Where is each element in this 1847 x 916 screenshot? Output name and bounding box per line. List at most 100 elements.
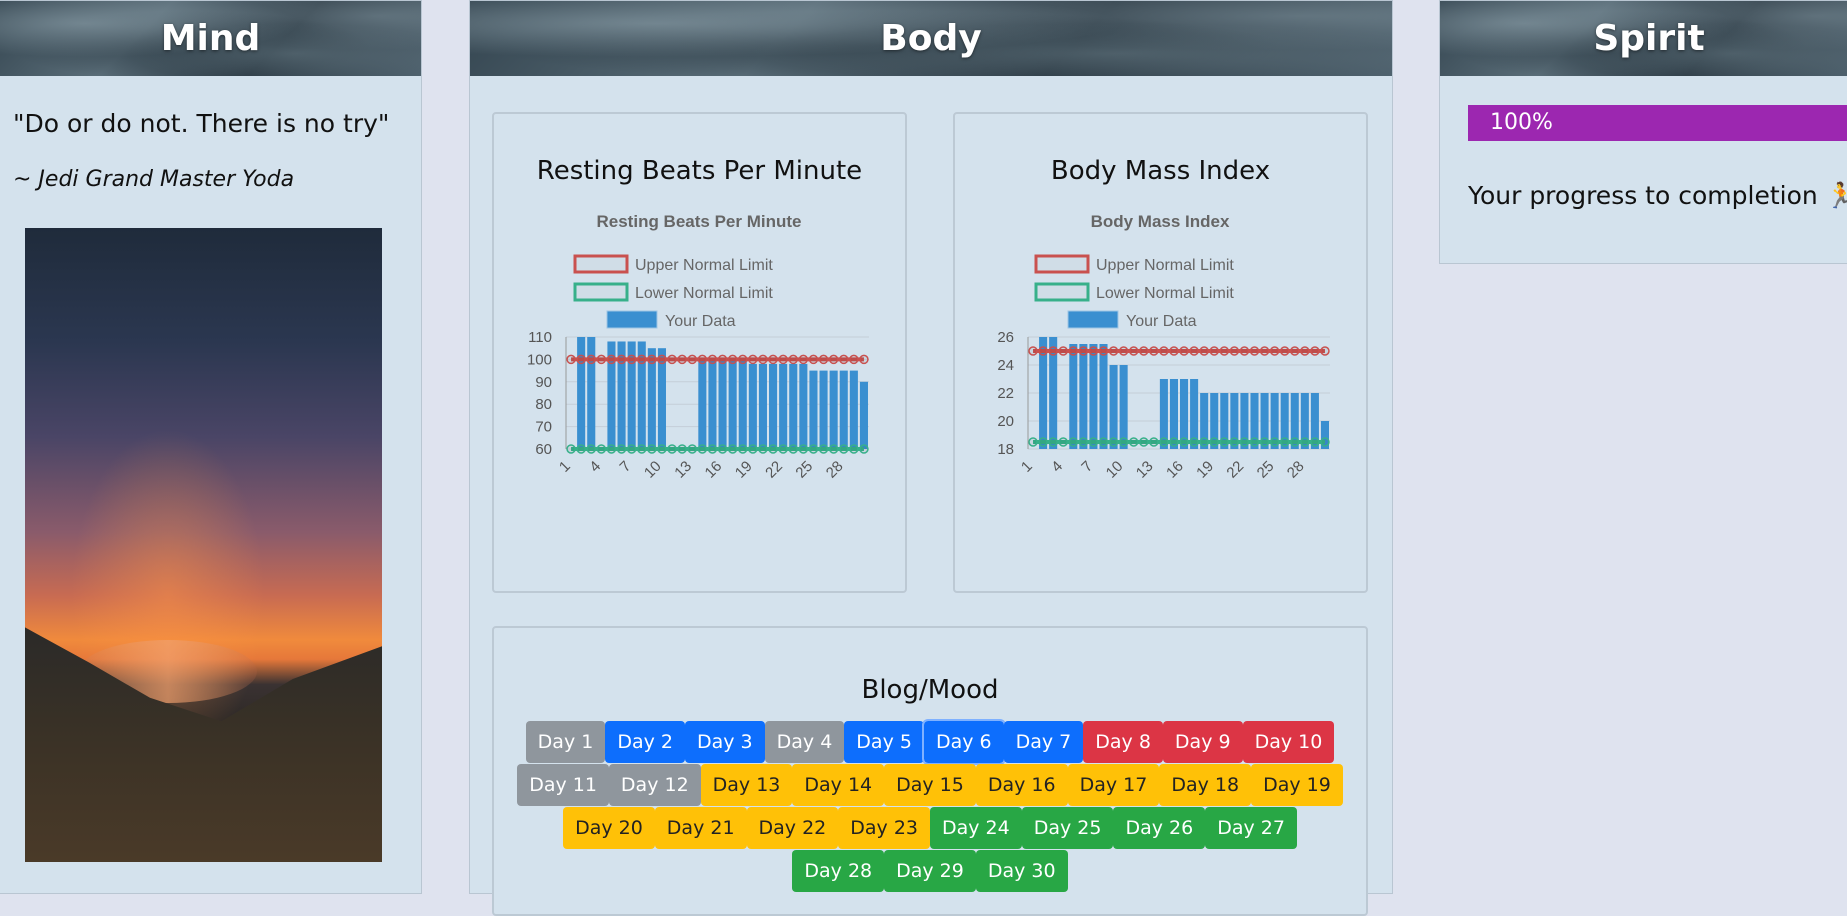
limit-point: [606, 354, 617, 365]
limit-point: [1290, 437, 1300, 447]
data-bar: [718, 359, 727, 449]
data-bar: [698, 359, 707, 449]
limit-point: [586, 354, 596, 365]
day-button[interactable]: Day 1: [525, 721, 606, 763]
day-button[interactable]: Day 22: [746, 807, 839, 849]
day-button[interactable]: Day 8: [1083, 721, 1163, 763]
day-button[interactable]: Day 26: [1113, 807, 1206, 849]
day-button[interactable]: Day 5: [844, 721, 924, 763]
limit-point: [1088, 346, 1099, 356]
limit-point: [818, 444, 829, 454]
day-button[interactable]: Day 10: [1242, 721, 1335, 763]
day-button[interactable]: Day 14: [792, 764, 885, 806]
day-button[interactable]: Day 13: [700, 764, 793, 806]
data-bar: [1109, 365, 1118, 449]
day-button[interactable]: Day 15: [884, 764, 976, 806]
day-button[interactable]: Day 16: [975, 764, 1068, 806]
legend-label: Your Data: [665, 313, 736, 330]
limit-point: [1149, 346, 1159, 356]
limit-point: [616, 444, 627, 454]
legend-swatch-data: [1067, 310, 1119, 329]
day-button[interactable]: Day 12: [608, 764, 701, 806]
day-button[interactable]: Day 4: [764, 721, 845, 763]
limit-point: [1279, 437, 1290, 447]
day-row-3: Day 20 Day 21 Day 22 Day 23 Day 24 Day 25 Day …: [494, 807, 1366, 850]
spirit-header: Spirit: [1440, 1, 1847, 76]
limit-point: [637, 444, 647, 454]
x-tick-label: 19: [732, 458, 756, 482]
data-bar: [839, 370, 848, 449]
limit-point: [758, 354, 768, 365]
data-bar: [1079, 344, 1088, 449]
limit-point: [849, 444, 859, 454]
limit-point: [677, 444, 687, 454]
day-button[interactable]: Day 2: [605, 721, 685, 763]
legend-label: Lower Normal Limit: [1096, 285, 1234, 302]
spirit-title: Spirit: [1593, 18, 1705, 59]
limit-point: [758, 444, 768, 454]
limit-point: [626, 444, 637, 454]
day-button[interactable]: Day 3: [684, 721, 765, 763]
progress-caption: Your progress to completion 🏃: [1468, 181, 1847, 211]
limit-point: [727, 354, 738, 365]
limit-point: [768, 354, 778, 365]
limit-point: [1209, 346, 1219, 356]
day-button[interactable]: Day 28: [792, 850, 885, 892]
limit-point: [707, 444, 718, 454]
limit-point: [707, 354, 718, 365]
x-tick-label: 16: [1163, 458, 1187, 482]
limit-point: [616, 354, 627, 365]
limit-point: [1108, 346, 1119, 356]
day-button[interactable]: Day 9: [1162, 721, 1243, 763]
day-button[interactable]: Day 18: [1159, 764, 1252, 806]
limit-point: [1118, 437, 1129, 447]
day-button[interactable]: Day 27: [1205, 807, 1297, 849]
x-tick-label: 22: [762, 458, 786, 482]
chart-title: Body Mass Index: [1091, 212, 1230, 231]
data-bar: [587, 337, 596, 449]
limit-point: [788, 354, 798, 365]
day-button[interactable]: Day 30: [975, 850, 1068, 892]
day-button[interactable]: Day 21: [654, 807, 747, 849]
limit-point: [808, 444, 819, 454]
limit-point: [1269, 437, 1280, 447]
limit-point: [1229, 346, 1240, 356]
day-button[interactable]: Day 23: [838, 807, 930, 849]
day-button[interactable]: Day 24: [930, 807, 1022, 849]
x-tick-label: 25: [1254, 458, 1278, 482]
day-button[interactable]: Day 19: [1251, 764, 1343, 806]
day-button[interactable]: Day 17: [1067, 764, 1160, 806]
limit-point: [1118, 346, 1129, 356]
y-tick-label: 60: [535, 441, 552, 458]
limit-point: [1128, 346, 1139, 356]
limit-point: [647, 354, 657, 365]
limit-point: [748, 354, 758, 365]
limit-point: [839, 444, 849, 454]
x-tick-label: 7: [617, 458, 635, 476]
day-button[interactable]: Day 29: [884, 850, 976, 892]
day-button[interactable]: Day 25: [1021, 807, 1114, 849]
limit-point: [596, 444, 607, 454]
bpm-card: Resting Beats Per Minute Resting Beats P…: [492, 112, 907, 593]
data-bar: [577, 337, 586, 449]
day-button[interactable]: Day 20: [563, 807, 655, 849]
limit-point: [1139, 437, 1149, 447]
mind-header: Mind: [0, 1, 421, 76]
limit-point: [727, 444, 738, 454]
day-button[interactable]: Day 6: [921, 719, 1006, 765]
day-button[interactable]: Day 7: [1003, 721, 1084, 763]
limit-point: [667, 354, 677, 365]
sunset-landscape-image: [25, 228, 382, 862]
limit-point: [1249, 437, 1260, 447]
limit-point: [1189, 346, 1199, 356]
day-button[interactable]: Day 11: [517, 764, 609, 806]
data-bar: [1089, 344, 1098, 449]
limit-point: [1169, 346, 1179, 356]
limit-point: [1199, 346, 1209, 356]
limit-point: [677, 354, 687, 365]
y-tick-label: 24: [997, 357, 1014, 374]
limit-point: [859, 444, 869, 454]
limit-point: [1169, 437, 1179, 447]
data-bar: [1099, 344, 1108, 449]
limit-point: [1028, 437, 1038, 447]
